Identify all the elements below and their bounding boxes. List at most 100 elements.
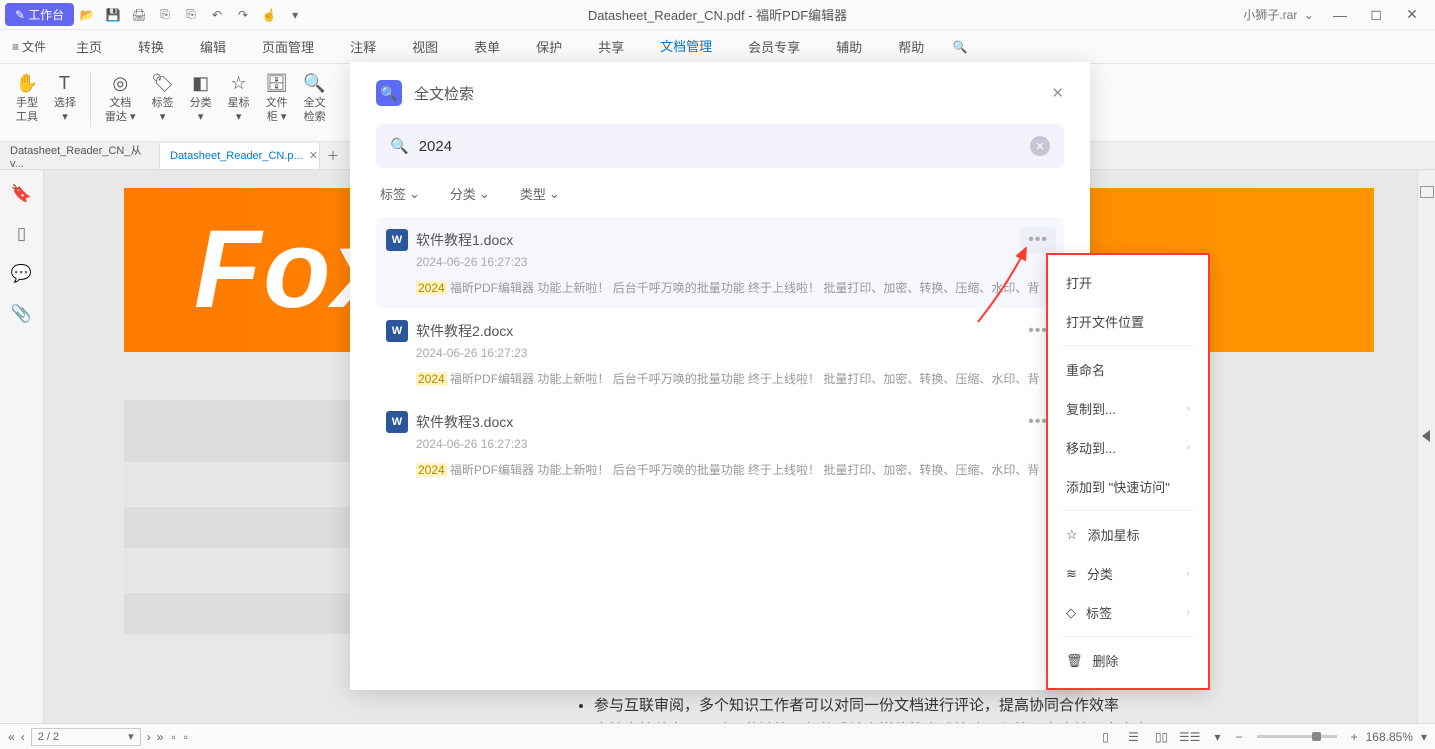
prev-page-icon[interactable]: ‹ (21, 730, 25, 744)
last-page-icon[interactable]: » (157, 730, 164, 744)
search-filters: 标签⌄ 分类⌄ 类型⌄ (376, 184, 1064, 203)
view-dropdown-icon[interactable]: ▾ (1208, 728, 1228, 746)
menu-accessibility[interactable]: 辅助 (818, 30, 880, 64)
new-icon[interactable]: ⎘ (178, 2, 204, 28)
ribbon-tag[interactable]: 🏷标签▾ (146, 72, 180, 124)
ribbon-select[interactable]: Ꭲ选择▾ (48, 72, 82, 124)
page-input[interactable]: 2 / 2▾ (31, 728, 141, 746)
search-result-item[interactable]: W软件教程3.docx 2024-06-26 16:27:23 2024 福昕P… (376, 399, 1064, 490)
zoom-in-icon[interactable]: + (1351, 730, 1358, 744)
view-single-icon[interactable]: ▯ (1096, 728, 1116, 746)
first-page-icon[interactable]: « (8, 730, 15, 744)
new-tab-button[interactable]: ＋ (320, 147, 346, 164)
minimize-button[interactable]: — (1322, 1, 1358, 29)
menu-member[interactable]: 会员专享 (730, 30, 818, 64)
doctab-2[interactable]: Datasheet_Reader_CN.p...✕ (160, 143, 320, 169)
context-menu: 打开 打开文件位置 重命名 复制到...› 移动到...› 添加到 "快速访问"… (1046, 253, 1210, 690)
search-input[interactable] (419, 138, 1030, 155)
toggle-panel-icon[interactable] (1420, 186, 1434, 198)
window-title: Datasheet_Reader_CN.pdf - 福昕PDF编辑器 (588, 5, 847, 24)
bookmark-icon[interactable]: 🔖 (11, 184, 32, 204)
ribbon-fulltext[interactable]: 🔍全文检索 (298, 72, 332, 124)
menu-home[interactable]: 主页 (58, 30, 120, 64)
doctab-1[interactable]: Datasheet_Reader_CN_从v... (0, 143, 160, 169)
ctx-add-star[interactable]: ☆添加星标 (1048, 515, 1208, 554)
file-menu[interactable]: ≡ 文件 (0, 38, 58, 55)
category-icon: ◧ (190, 72, 212, 94)
close-tab-icon[interactable]: ✕ (309, 149, 318, 162)
filter-type[interactable]: 类型⌄ (520, 184, 560, 203)
layout-icon-2[interactable]: ▫ (184, 730, 188, 744)
redo-icon[interactable]: ↷ (230, 2, 256, 28)
menu-edit[interactable]: 编辑 (182, 30, 244, 64)
ctx-open-location[interactable]: 打开文件位置 (1048, 302, 1208, 341)
ctx-delete[interactable]: 🗑删除 (1048, 641, 1208, 680)
undo-icon[interactable]: ↶ (204, 2, 230, 28)
filter-tag[interactable]: 标签⌄ (380, 184, 420, 203)
result-more-button[interactable]: ••• (1020, 227, 1056, 253)
pen-icon: ✎ (15, 8, 25, 22)
ctx-move-to[interactable]: 移动到...› (1048, 428, 1208, 467)
workbench-button[interactable]: ✎工作台 (5, 3, 74, 26)
zoom-dropdown-icon[interactable]: ▾ (1421, 730, 1427, 744)
open-icon[interactable]: 📂 (74, 2, 100, 28)
menu-form[interactable]: 表单 (456, 30, 518, 64)
menu-search-icon[interactable]: 🔍 (942, 40, 978, 54)
layout-icon-1[interactable]: ▫ (171, 730, 175, 744)
menu-protect[interactable]: 保护 (518, 30, 580, 64)
ctx-category[interactable]: ≋分类› (1048, 554, 1208, 593)
search-result-item[interactable]: W软件教程2.docx 2024-06-26 16:27:23 2024 福昕P… (376, 308, 1064, 399)
menu-docmanage[interactable]: 文档管理 (642, 30, 730, 64)
search-results: W软件教程1.docx 2024-06-26 16:27:23 2024 福昕P… (376, 217, 1064, 490)
search-magnifier-icon: 🔍 (390, 137, 409, 155)
close-button[interactable]: ✕ (1394, 1, 1430, 29)
maximize-button[interactable]: ◻ (1358, 1, 1394, 29)
fulltext-icon: 🔍 (304, 72, 326, 94)
dropdown-icon[interactable]: ▾ (282, 2, 308, 28)
rar-filename[interactable]: 小狮子.rar ⌄ (1243, 6, 1314, 23)
view-book-icon[interactable]: ▯▯ (1152, 728, 1172, 746)
zoom-slider[interactable] (1257, 735, 1337, 738)
ribbon-star[interactable]: ☆星标▾ (222, 72, 256, 124)
zoom-out-icon[interactable]: − (1236, 730, 1243, 744)
export-icon[interactable]: ⎘ (152, 2, 178, 28)
view-facing-icon[interactable]: ☰☰ (1180, 728, 1200, 746)
ribbon-radar[interactable]: ◎文档雷达 ▾ (99, 72, 142, 124)
left-sidebar: 🔖 ▯ 💬 📎 (0, 170, 44, 723)
ctx-add-quick[interactable]: 添加到 "快速访问" (1048, 467, 1208, 506)
menu-annotate[interactable]: 注释 (332, 30, 394, 64)
hand-icon[interactable]: ☝ (256, 2, 282, 28)
save-icon[interactable]: 💾 (100, 2, 126, 28)
zoom-value[interactable]: 168.85% (1366, 730, 1413, 744)
collapse-icon[interactable] (1422, 430, 1430, 442)
search-clear-button[interactable]: ✕ (1030, 136, 1050, 156)
search-panel-close[interactable]: ✕ (1051, 84, 1064, 102)
menu-view[interactable]: 视图 (394, 30, 456, 64)
cabinet-icon: 🗄 (266, 72, 288, 94)
pages-icon[interactable]: ▯ (17, 224, 26, 244)
search-box[interactable]: 🔍 ✕ (376, 124, 1064, 168)
next-page-icon[interactable]: › (147, 730, 151, 744)
menu-share[interactable]: 共享 (580, 30, 642, 64)
menu-help[interactable]: 帮助 (880, 30, 942, 64)
menu-page[interactable]: 页面管理 (244, 30, 332, 64)
word-doc-icon: W (386, 229, 408, 251)
ctx-open[interactable]: 打开 (1048, 263, 1208, 302)
ribbon-category[interactable]: ◧分类▾ (184, 72, 218, 124)
ctx-copy-to[interactable]: 复制到...› (1048, 389, 1208, 428)
print-icon[interactable]: 🖨 (126, 2, 152, 28)
view-continuous-icon[interactable]: ☰ (1124, 728, 1144, 746)
ctx-rename[interactable]: 重命名 (1048, 350, 1208, 389)
ribbon-cabinet[interactable]: 🗄文件柜 ▾ (260, 72, 294, 124)
filter-category[interactable]: 分类⌄ (450, 184, 490, 203)
comments-icon[interactable]: 💬 (11, 264, 32, 284)
attachments-icon[interactable]: 📎 (11, 304, 32, 324)
ctx-tag[interactable]: ◇标签› (1048, 593, 1208, 632)
tag-outline-icon: ◇ (1066, 605, 1076, 621)
ribbon-hand-tool[interactable]: ✋手型工具 (10, 72, 44, 124)
search-result-item[interactable]: W软件教程1.docx 2024-06-26 16:27:23 2024 福昕P… (376, 217, 1064, 308)
right-scrollbar[interactable] (1417, 170, 1435, 723)
star-icon: ☆ (228, 72, 250, 94)
trash-icon: 🗑 (1066, 653, 1083, 669)
menu-convert[interactable]: 转换 (120, 30, 182, 64)
